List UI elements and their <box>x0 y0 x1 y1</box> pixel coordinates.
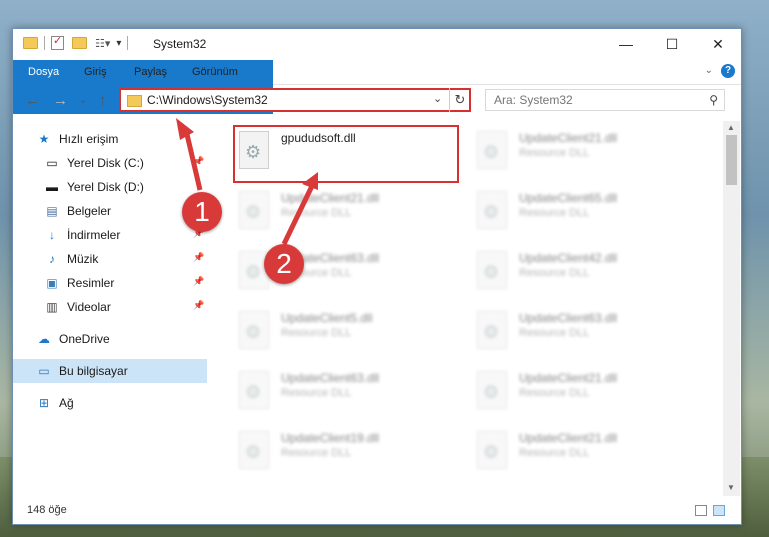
arrow-to-address <box>183 129 203 191</box>
step-badge-1: 1 <box>182 192 222 232</box>
arrow-head-address <box>176 118 194 140</box>
step-badge-2: 2 <box>264 244 304 284</box>
annotation-arrows <box>176 118 318 246</box>
arrow-to-file <box>281 184 315 246</box>
